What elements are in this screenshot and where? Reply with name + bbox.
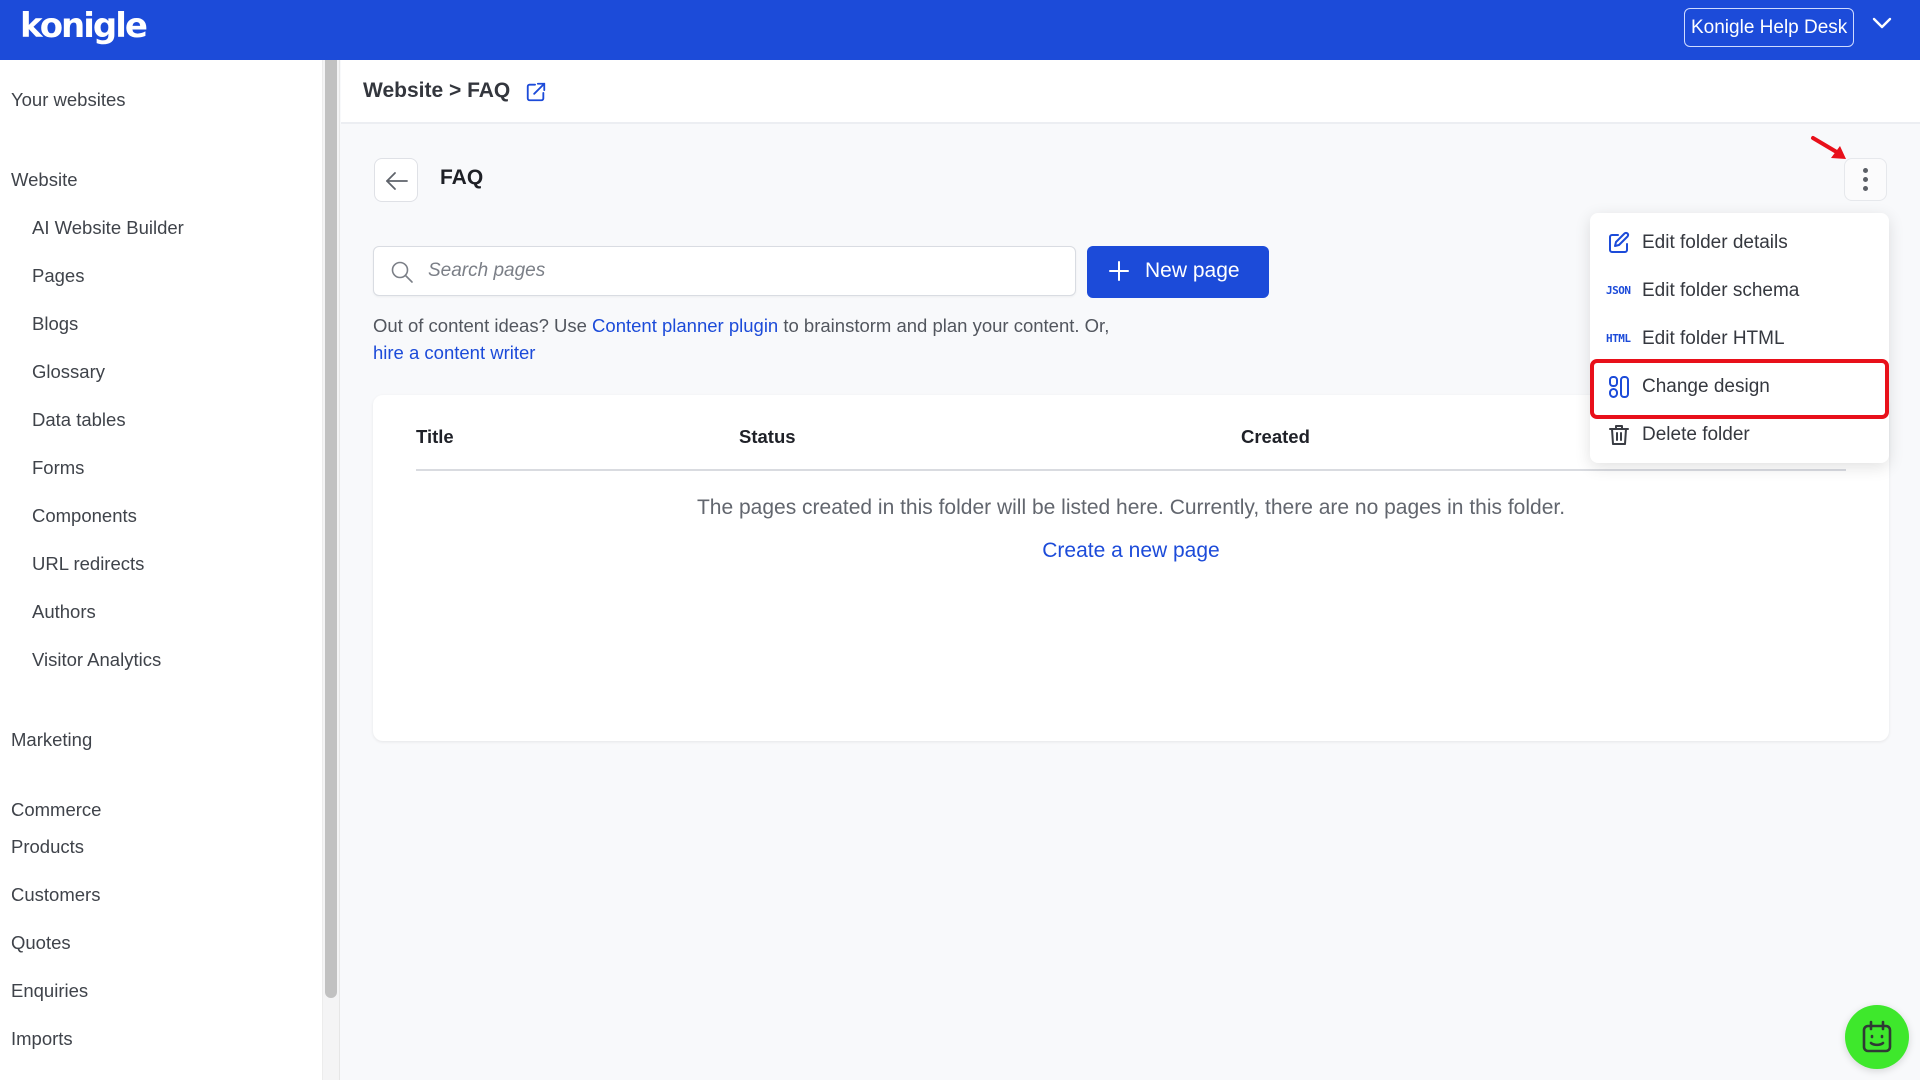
- hire-content-writer-link[interactable]: hire a content writer: [373, 342, 535, 363]
- sidebar-item-ai-website-builder[interactable]: AI Website Builder: [32, 217, 184, 239]
- kebab-dot-icon: [1863, 186, 1868, 191]
- sidebar-item-customers[interactable]: Customers: [11, 884, 100, 906]
- menu-item-change-design[interactable]: Change design: [1590, 365, 1889, 409]
- column-header-status[interactable]: Status: [739, 426, 796, 448]
- json-icon: JSON: [1606, 284, 1631, 297]
- menu-item-edit-folder-schema[interactable]: JSON Edit folder schema: [1590, 269, 1889, 313]
- kebab-dot-icon: [1863, 177, 1868, 182]
- folder-options-menu: Edit folder details JSON Edit folder sch…: [1590, 213, 1889, 463]
- table-header-divider: [416, 469, 1846, 471]
- create-new-page-link[interactable]: Create a new page: [373, 539, 1889, 563]
- menu-item-edit-folder-html[interactable]: HTML Edit folder HTML: [1590, 317, 1889, 361]
- top-bar: konigle Konigle Help Desk: [0, 0, 1920, 60]
- search-field[interactable]: [373, 246, 1076, 296]
- help-desk-button[interactable]: Konigle Help Desk: [1684, 8, 1855, 47]
- sidebar-item-products[interactable]: Products: [11, 836, 84, 858]
- layout-icon: [1609, 376, 1629, 398]
- menu-item-label: Edit folder schema: [1642, 280, 1800, 301]
- helper-prefix: Out of content ideas? Use: [373, 315, 593, 336]
- content-ideas-helper: Out of content ideas? Use Content planne…: [373, 312, 1273, 366]
- column-header-title[interactable]: Title: [416, 426, 454, 448]
- column-header-created[interactable]: Created: [1241, 426, 1310, 448]
- trash-icon: [1609, 425, 1629, 445]
- breadcrumb-bar: Website > FAQ: [341, 60, 1920, 124]
- annotation-arrow-icon: [1811, 136, 1846, 159]
- sidebar-item-quotes[interactable]: Quotes: [11, 932, 71, 954]
- sidebar-item-blogs[interactable]: Blogs: [32, 313, 78, 335]
- sidebar-item-url-redirects[interactable]: URL redirects: [32, 553, 144, 575]
- menu-item-label: Edit folder details: [1642, 232, 1788, 253]
- sidebar-item-forms[interactable]: Forms: [32, 457, 84, 479]
- sidebar-item-imports[interactable]: Imports: [11, 1028, 73, 1050]
- new-page-label: New page: [1145, 259, 1240, 282]
- menu-item-edit-folder-details[interactable]: Edit folder details: [1590, 221, 1889, 265]
- arrow-left-icon: [386, 172, 408, 190]
- sidebar-section-website[interactable]: Website: [11, 169, 78, 191]
- chat-widget-button[interactable]: [1845, 1005, 1909, 1069]
- kebab-dot-icon: [1863, 168, 1868, 173]
- sidebar-item-data-tables[interactable]: Data tables: [32, 409, 126, 431]
- sidebar-item-enquiries[interactable]: Enquiries: [11, 980, 88, 1002]
- new-page-button[interactable]: New page: [1087, 246, 1269, 298]
- search-icon: [391, 261, 413, 283]
- folder-options-button[interactable]: [1844, 158, 1887, 201]
- menu-item-label: Edit folder HTML: [1642, 328, 1785, 349]
- folder-title: FAQ: [440, 166, 484, 189]
- konigle-logo[interactable]: konigle: [20, 6, 148, 46]
- edit-icon: [1609, 231, 1630, 253]
- menu-item-label: Change design: [1642, 376, 1770, 397]
- sidebar-item-pages[interactable]: Pages: [32, 265, 84, 287]
- html-icon: HTML: [1606, 332, 1631, 345]
- chevron-down-icon[interactable]: [1870, 12, 1894, 36]
- bot-calendar-icon: [1862, 1020, 1892, 1053]
- sidebar-item-components[interactable]: Components: [32, 505, 137, 527]
- sidebar-section-commerce[interactable]: Commerce: [11, 799, 101, 821]
- search-input[interactable]: [428, 247, 1048, 294]
- sidebar-section-marketing[interactable]: Marketing: [11, 729, 92, 751]
- back-button[interactable]: [374, 158, 418, 202]
- menu-item-delete-folder[interactable]: Delete folder: [1590, 413, 1889, 457]
- content-planner-plugin-link[interactable]: Content planner plugin: [592, 315, 778, 336]
- empty-state-message: The pages created in this folder will be…: [696, 496, 1566, 519]
- sidebar-scrollbar-thumb[interactable]: [325, 60, 337, 998]
- sidebar-item-visitor-analytics[interactable]: Visitor Analytics: [32, 649, 161, 671]
- menu-item-label: Delete folder: [1642, 424, 1750, 445]
- helper-middle: to brainstorm and plan your content. Or,: [778, 315, 1110, 336]
- plus-icon: [1109, 261, 1129, 281]
- sidebar-item-your-websites[interactable]: Your websites: [11, 89, 126, 111]
- breadcrumb: Website > FAQ: [363, 79, 511, 102]
- external-link-icon[interactable]: [525, 81, 547, 103]
- sidebar-item-authors[interactable]: Authors: [32, 601, 96, 623]
- sidebar-item-glossary[interactable]: Glossary: [32, 361, 105, 383]
